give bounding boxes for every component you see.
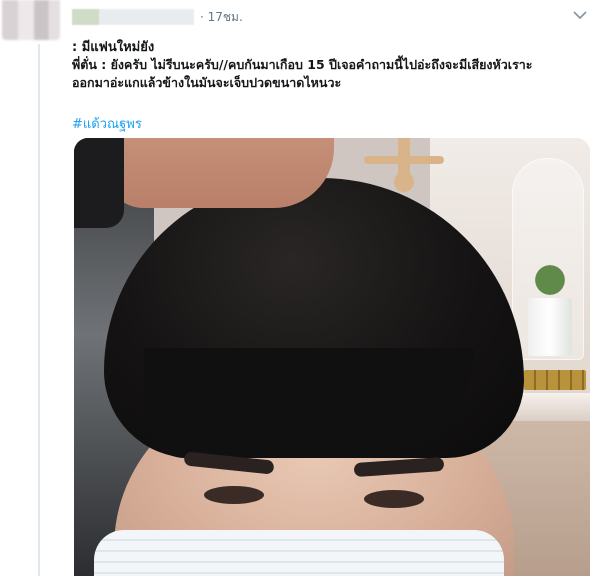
plant-pot [528,298,572,356]
tweet-timestamp[interactable]: · 17ชม. [200,8,243,27]
hand [104,138,334,208]
thread-line [38,44,40,576]
author-name[interactable] [72,9,194,25]
wristwatch [74,138,124,228]
tweet-text-line-3: ออกมาอ่ะแกแล้วข้างในมันจะเจ็บปวดขนาดไหนว… [72,75,342,90]
tweet-text-line-1: : มีแฟนใหม่ยัง [72,40,155,55]
left-eye [204,486,264,504]
chevron-down-icon[interactable] [573,10,587,20]
tweet-media-video[interactable] [74,138,590,576]
tweet-text-line-2: พี่ตั่น : ยังครับ ไม่รีบนะครับ//คบกันมาเ… [72,57,533,72]
tweet-header: · 17ชม. [72,6,243,28]
plant [528,256,572,296]
hashtag-link[interactable]: #แด้วณฐพร [72,113,142,134]
face-mask [94,530,504,576]
candles [524,370,586,390]
right-eye [364,490,424,508]
avatar[interactable] [2,0,60,40]
